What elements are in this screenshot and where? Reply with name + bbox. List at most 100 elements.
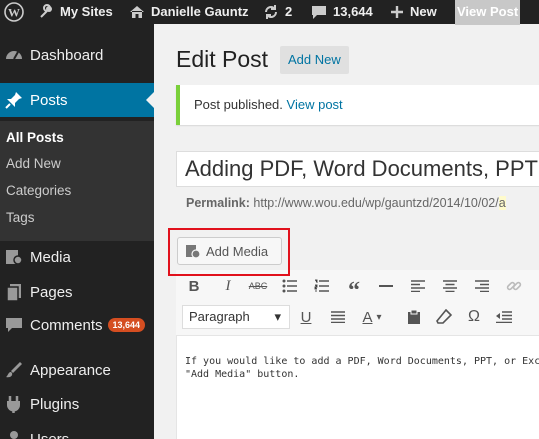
submenu-categories[interactable]: Categories bbox=[6, 183, 71, 198]
insert-link-button[interactable] bbox=[502, 274, 526, 298]
notice-text: Post published. bbox=[194, 97, 283, 112]
menu-users[interactable]: Users bbox=[0, 422, 154, 439]
menu-posts[interactable]: Posts bbox=[0, 83, 154, 117]
my-sites-label: My Sites bbox=[60, 4, 113, 19]
permalink-label: Permalink: bbox=[186, 196, 250, 210]
updates-count: 2 bbox=[285, 4, 293, 19]
align-left-button[interactable] bbox=[406, 274, 430, 298]
new-content-menu[interactable]: New bbox=[390, 0, 437, 24]
format-select[interactable]: Paragraph ▾ bbox=[182, 305, 290, 329]
italic-button[interactable]: I bbox=[216, 274, 240, 298]
wordpress-icon: W bbox=[4, 2, 24, 22]
menu-appearance[interactable]: Appearance bbox=[0, 353, 154, 387]
post-title-input[interactable]: Adding PDF, Word Documents, PPT bbox=[176, 151, 539, 187]
wordpress-logo-button[interactable]: W bbox=[4, 0, 24, 24]
svg-text:W: W bbox=[8, 6, 20, 20]
menu-media[interactable]: Media bbox=[0, 240, 154, 274]
text-color-button[interactable]: A ▾ bbox=[356, 305, 388, 329]
posts-submenu: All Posts Add New Categories Tags bbox=[0, 121, 154, 241]
site-name-menu[interactable]: Danielle Gauntz bbox=[129, 0, 249, 24]
submenu-add-new[interactable]: Add New bbox=[6, 156, 61, 171]
link-icon bbox=[506, 281, 522, 291]
strikethrough-button[interactable]: ABC bbox=[246, 274, 270, 298]
plugin-icon bbox=[4, 394, 24, 414]
align-center-icon bbox=[443, 280, 457, 292]
menu-pages[interactable]: Pages bbox=[0, 275, 154, 309]
view-post-link[interactable]: View post bbox=[287, 97, 343, 112]
sites-icon bbox=[40, 4, 52, 18]
editor-toolbar: B I ABC “ Paragraph ▾ U A ▾ Ω bbox=[176, 270, 539, 336]
blockquote-button[interactable]: “ bbox=[342, 274, 366, 303]
menu-posts-label: Posts bbox=[30, 91, 68, 109]
menu-plugins-label: Plugins bbox=[30, 395, 80, 413]
horizontal-line-button[interactable] bbox=[374, 274, 398, 298]
content-line-2: "Add Media" button. bbox=[185, 369, 300, 380]
chevron-down-icon: ▾ bbox=[274, 309, 281, 324]
text-color-icon: A bbox=[362, 308, 373, 326]
editor-content[interactable]: If you would like to add a PDF, Word Doc… bbox=[185, 355, 539, 381]
submenu-tags[interactable]: Tags bbox=[6, 210, 35, 225]
view-post-label: View Post bbox=[455, 0, 521, 25]
menu-comments[interactable]: Comments 13,644 bbox=[0, 308, 154, 342]
chevron-down-icon: ▾ bbox=[376, 311, 382, 323]
align-right-button[interactable] bbox=[470, 274, 494, 298]
eraser-icon bbox=[436, 309, 452, 324]
numbered-list-icon bbox=[314, 279, 329, 292]
menu-plugins[interactable]: Plugins bbox=[0, 387, 154, 421]
view-post-link[interactable]: View Post bbox=[455, 0, 521, 25]
comments-menu[interactable]: 13,644 bbox=[311, 0, 373, 24]
special-character-button[interactable]: Ω bbox=[462, 305, 486, 329]
bulleted-list-button[interactable] bbox=[278, 274, 302, 298]
content-line-1: If you would like to add a PDF, Word Doc… bbox=[185, 356, 539, 367]
permalink-url[interactable]: http://www.wou.edu/wp/gauntzd/2014/10/02… bbox=[253, 196, 498, 210]
admin-sidebar: Dashboard Posts All Posts Add New Catego… bbox=[0, 24, 154, 439]
format-select-value: Paragraph bbox=[189, 309, 250, 324]
outdent-icon bbox=[496, 311, 512, 323]
page-title: Edit Post bbox=[176, 46, 269, 72]
add-new-button[interactable]: Add New bbox=[280, 46, 349, 74]
justify-icon bbox=[331, 311, 345, 323]
align-center-button[interactable] bbox=[438, 274, 462, 298]
underline-button[interactable]: U bbox=[294, 305, 318, 329]
site-name-label: Danielle Gauntz bbox=[151, 4, 249, 19]
menu-users-label: Users bbox=[30, 430, 70, 439]
submenu-all-posts[interactable]: All Posts bbox=[6, 130, 64, 145]
dashboard-icon bbox=[4, 45, 24, 65]
new-label: New bbox=[410, 4, 437, 19]
align-right-icon bbox=[475, 280, 489, 292]
align-left-icon bbox=[411, 280, 425, 292]
comments-count: 13,644 bbox=[333, 4, 373, 19]
media-icon bbox=[4, 247, 24, 267]
users-icon bbox=[4, 429, 24, 439]
paste-text-button[interactable] bbox=[402, 305, 426, 329]
menu-dashboard[interactable]: Dashboard bbox=[0, 38, 154, 72]
comments-count-badge: 13,644 bbox=[107, 318, 146, 332]
menu-pages-label: Pages bbox=[30, 283, 73, 301]
justify-button[interactable] bbox=[326, 305, 350, 329]
horizontal-line-icon bbox=[379, 285, 393, 287]
paintbrush-icon bbox=[4, 360, 24, 380]
permalink: Permalink: http://www.wou.edu/wp/gauntzd… bbox=[186, 196, 506, 210]
comments-icon bbox=[4, 315, 24, 335]
bold-button[interactable]: B bbox=[182, 274, 206, 298]
bulleted-list-icon bbox=[282, 279, 297, 293]
pushpin-icon bbox=[4, 90, 24, 110]
clipboard-icon bbox=[408, 309, 420, 324]
updates-menu[interactable]: 2 bbox=[263, 0, 292, 24]
permalink-slug[interactable]: a bbox=[498, 196, 506, 210]
menu-comments-label: Comments bbox=[30, 316, 103, 334]
my-sites-menu[interactable]: My Sites bbox=[38, 0, 113, 24]
numbered-list-button[interactable] bbox=[310, 274, 334, 298]
pages-icon bbox=[4, 282, 24, 302]
updates-icon bbox=[265, 5, 277, 19]
plus-icon bbox=[391, 6, 403, 18]
clear-formatting-button[interactable] bbox=[432, 305, 456, 329]
post-published-notice: Post published. View post bbox=[176, 85, 539, 125]
menu-appearance-label: Appearance bbox=[30, 361, 111, 379]
outdent-button[interactable] bbox=[492, 305, 516, 329]
admin-bar: W My Sites Danielle Gauntz 2 13,644 New … bbox=[0, 0, 539, 25]
comment-icon bbox=[312, 6, 326, 19]
home-icon bbox=[130, 6, 144, 18]
menu-dashboard-label: Dashboard bbox=[30, 46, 104, 64]
add-media-highlight bbox=[168, 228, 290, 276]
